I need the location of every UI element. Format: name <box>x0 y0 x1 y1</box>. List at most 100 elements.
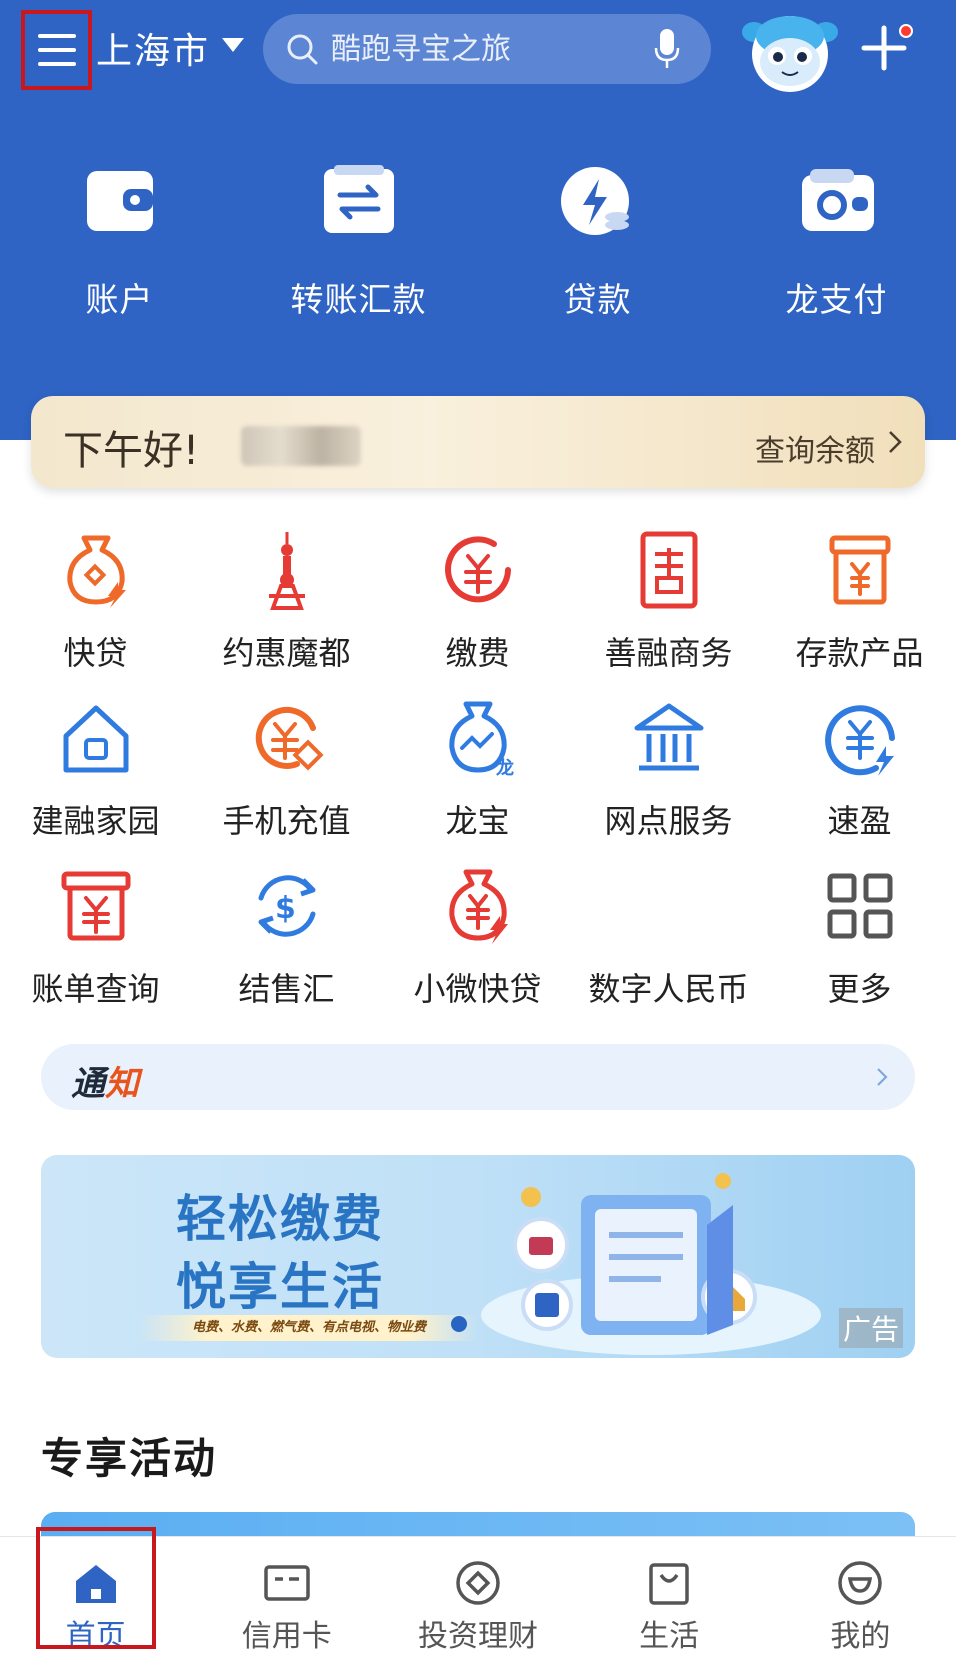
home-icon <box>63 705 128 773</box>
service-label: 缴费 <box>445 634 510 672</box>
more-grid-icon <box>827 873 892 939</box>
notice-bar[interactable]: 通知 <box>41 1044 915 1110</box>
digital-rmb-icon <box>629 866 709 946</box>
redacted-username <box>241 426 361 466</box>
search-icon <box>287 34 318 65</box>
menu-button[interactable] <box>21 10 92 90</box>
carousel-indicator-dot[interactable] <box>451 1316 467 1332</box>
deposit-product-icon <box>829 535 890 605</box>
shanrong-commerce-icon <box>640 531 697 609</box>
ad-label: 广告 <box>838 1308 903 1348</box>
service-bill-query[interactable]: 账单查询 <box>0 866 191 1034</box>
tab-life[interactable]: 生活 <box>579 1537 759 1653</box>
service-phone-recharge[interactable]: 手机充值 <box>191 698 382 866</box>
city-selector[interactable]: 上海市 <box>96 22 210 74</box>
quick-actions: 账户 转账汇款 贷款 龙支付 <box>0 165 956 325</box>
quick-action-account[interactable]: 账户 <box>20 165 220 325</box>
service-label: 快贷 <box>63 634 128 672</box>
tab-invest[interactable]: 投资理财 <box>388 1537 568 1653</box>
service-label: 约惠魔都 <box>222 634 351 672</box>
service-label: 小微快贷 <box>413 970 542 1008</box>
service-grid: 快贷 约惠魔都 缴费 善融商务 存款产品 建融家园 手机充值 龙 龙宝 网点服务… <box>0 530 956 1034</box>
quick-action-transfer[interactable]: 转账汇款 <box>259 165 459 325</box>
svg-text:$: $ <box>275 891 296 926</box>
bottom-tab-bar: 首页 信用卡 投资理财 生活 我的 <box>0 1536 956 1653</box>
service-label: 存款产品 <box>795 634 924 672</box>
tab-label: 信用卡 <box>241 1619 332 1653</box>
notice-title: 通知 <box>71 1056 139 1105</box>
home-tab-icon <box>75 1565 116 1603</box>
service-digital-rmb[interactable]: 数字人民币 <box>573 866 764 1034</box>
service-label: 善融商务 <box>604 634 733 672</box>
section-title: 专享活动 <box>41 1434 218 1483</box>
notification-dot <box>899 24 913 38</box>
search-input[interactable] <box>331 14 631 84</box>
tab-label: 投资理财 <box>417 1619 538 1653</box>
service-micro-loan[interactable]: 小微快贷 <box>382 866 573 1034</box>
mascot-avatar-icon[interactable] <box>740 10 840 94</box>
quick-action-label: 龙支付 <box>785 280 888 319</box>
promo-banner[interactable]: 轻松缴费 悦享生活 电费、水费、燃气费、有点电视、物业费 广告 <box>41 1155 915 1358</box>
branch-service-icon <box>634 703 703 771</box>
quick-action-loan[interactable]: 贷款 <box>498 165 698 325</box>
quick-action-label: 转账汇款 <box>290 280 427 319</box>
service-payment[interactable]: 缴费 <box>382 530 573 698</box>
dragon-pay-icon <box>801 169 874 231</box>
service-label: 速盈 <box>827 802 892 840</box>
credit-card-icon <box>264 1565 310 1601</box>
service-deposit-product[interactable]: 存款产品 <box>764 530 955 698</box>
service-yuehui-modu[interactable]: 约惠魔都 <box>191 530 382 698</box>
tab-label: 生活 <box>639 1619 700 1653</box>
service-label: 龙宝 <box>445 802 510 840</box>
service-label: 账单查询 <box>31 970 160 1008</box>
suying-icon <box>824 705 895 776</box>
service-shanrong-commerce[interactable]: 善融商务 <box>573 530 764 698</box>
wallet-icon <box>86 171 153 231</box>
profile-icon <box>838 1561 883 1605</box>
transfer-icon <box>323 165 394 233</box>
life-bag-icon <box>649 1563 689 1605</box>
quick-action-label: 账户 <box>85 280 154 319</box>
bill-illustration-icon <box>481 1173 821 1355</box>
microphone-icon[interactable] <box>653 28 681 70</box>
chevron-right-icon[interactable] <box>875 1066 889 1088</box>
notice-title-accent: 知 <box>105 1064 139 1104</box>
tab-profile[interactable]: 我的 <box>770 1537 950 1653</box>
svg-text:龙: 龙 <box>496 757 514 778</box>
service-suying[interactable]: 速盈 <box>764 698 955 866</box>
tab-credit-card[interactable]: 信用卡 <box>197 1537 377 1653</box>
service-currency-exchange[interactable]: $ 结售汇 <box>191 866 382 1034</box>
service-label: 结售汇 <box>238 970 335 1008</box>
loan-icon <box>560 167 629 235</box>
quick-loan-icon <box>66 535 126 608</box>
hamburger-icon <box>37 34 76 66</box>
header-bar: 上海市 <box>0 0 956 100</box>
service-row: 建融家园 手机充值 龙 龙宝 网点服务 速盈 <box>0 698 956 866</box>
banner-subtitle: 电费、水费、燃气费、有点电视、物业费 <box>139 1315 479 1341</box>
check-balance-link[interactable]: 查询余额 <box>755 426 875 470</box>
caret-down-icon[interactable] <box>222 38 244 52</box>
quick-action-dragon-pay[interactable]: 龙支付 <box>737 165 937 325</box>
service-quick-loan[interactable]: 快贷 <box>0 530 191 698</box>
service-label: 更多 <box>827 970 892 1008</box>
service-more[interactable]: 更多 <box>764 866 955 1034</box>
service-label: 网点服务 <box>604 802 733 840</box>
service-longbao[interactable]: 龙 龙宝 <box>382 698 573 866</box>
tab-label: 我的 <box>830 1619 891 1653</box>
search-bar[interactable] <box>263 14 711 84</box>
notice-title-main: 通 <box>71 1064 105 1104</box>
service-label: 手机充值 <box>222 802 351 840</box>
service-row: 快贷 约惠魔都 缴费 善融商务 存款产品 <box>0 530 956 698</box>
chevron-right-icon[interactable] <box>887 429 903 455</box>
service-label: 数字人民币 <box>588 970 749 1008</box>
service-home[interactable]: 建融家园 <box>0 698 191 866</box>
greeting-text: 下午好! <box>63 428 200 474</box>
payment-icon <box>444 536 511 603</box>
micro-loan-icon <box>448 869 508 944</box>
tab-home[interactable]: 首页 <box>6 1537 186 1653</box>
phone-recharge-icon <box>255 706 324 771</box>
longbao-icon: 龙 <box>448 701 514 778</box>
service-branch[interactable]: 网点服务 <box>573 698 764 866</box>
tab-label: 首页 <box>65 1619 126 1653</box>
quick-action-label: 贷款 <box>563 280 632 319</box>
